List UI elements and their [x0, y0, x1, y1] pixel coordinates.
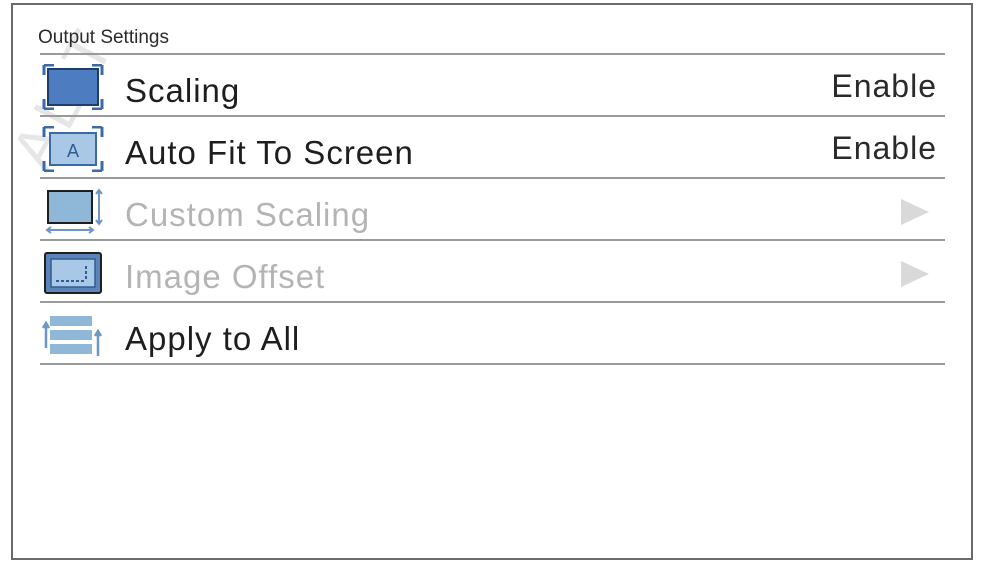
submenu-arrow-icon: [901, 199, 929, 225]
svg-text:A: A: [67, 141, 80, 162]
settings-menu: Scaling Enable A Auto Fit To Screen Enab…: [40, 53, 945, 365]
apply-all-icon: [42, 316, 103, 356]
menu-item-label: Custom Scaling: [125, 196, 371, 233]
menu-item-label: Auto Fit To Screen: [125, 134, 414, 171]
custom-scaling-icon: [45, 188, 103, 234]
menu-item-label: Image Offset: [125, 258, 326, 295]
image-offset-icon: [44, 252, 102, 294]
panel-title: Output Settings: [38, 27, 169, 48]
auto-fit-icon: A: [42, 126, 104, 172]
menu-item-auto-fit-to-screen[interactable]: A Auto Fit To Screen Enable: [40, 115, 945, 177]
submenu-arrow-icon: [901, 261, 929, 287]
menu-item-apply-to-all[interactable]: Apply to All: [40, 301, 945, 365]
menu-item-label: Scaling: [125, 72, 241, 109]
menu-item-scaling[interactable]: Scaling Enable: [40, 53, 945, 115]
menu-item-value: Enable: [831, 68, 937, 104]
scaling-icon: [42, 64, 104, 110]
menu-item-label: Apply to All: [125, 320, 301, 357]
menu-item-custom-scaling[interactable]: Custom Scaling: [40, 177, 945, 239]
menu-item-value: Enable: [831, 130, 937, 166]
menu-item-image-offset[interactable]: Image Offset: [40, 239, 945, 301]
